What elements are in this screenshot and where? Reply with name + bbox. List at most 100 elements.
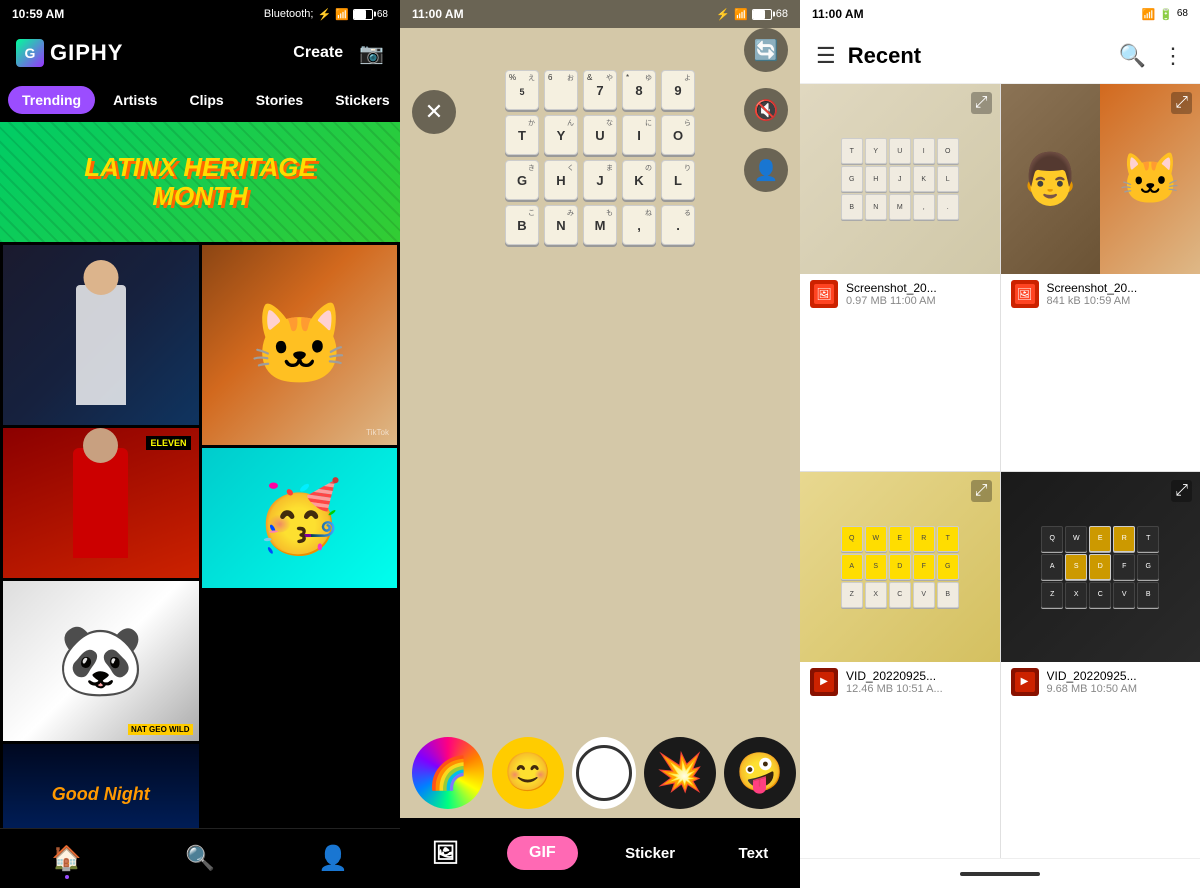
nav-tab-stories[interactable]: Stories xyxy=(242,86,317,114)
file-meta-1: 🖼 Screenshot_20... 0.97 MB 11:00 AM xyxy=(800,274,1000,314)
nav-tab-clips[interactable]: Clips xyxy=(175,86,237,114)
flip-icon: 🔄 xyxy=(754,38,779,63)
mini-key-grid-yellow: Q W E R T A S D F G Z X C V B xyxy=(841,526,959,608)
sticker-tab[interactable]: Sticker xyxy=(609,837,691,870)
gif-item-soccer[interactable]: ELEVEN xyxy=(3,428,199,578)
file-item-3[interactable]: Q W E R T A S D F G Z X C V B xyxy=(800,472,1000,859)
file-size-time-4: 9.68 MB 10:50 AM xyxy=(1047,683,1191,695)
expand-icon-2: ⤢ xyxy=(1171,92,1192,114)
nav-tab-trending[interactable]: Trending xyxy=(8,86,95,114)
shutter-button[interactable] xyxy=(572,737,636,809)
text-label: Text xyxy=(739,845,769,862)
battery-icon: 🔋 xyxy=(1159,8,1173,21)
nav-tab-artists[interactable]: Artists xyxy=(99,86,171,114)
camera-panel: 11:00 AM ⚡ 📶 68 % え 5 6 お xyxy=(400,0,800,888)
bottom-nav-home[interactable]: 🏠 xyxy=(52,844,82,873)
camera-icon[interactable]: 📷 xyxy=(359,41,384,66)
flip-camera-button[interactable]: 🔄 xyxy=(744,28,788,72)
key-Y: ん Y xyxy=(544,115,578,155)
battery-icon xyxy=(752,9,772,20)
video-icon-4: ▶ xyxy=(1021,676,1029,687)
camera-status-time: 11:00 AM xyxy=(412,7,464,21)
explosion-emoji: 💥 xyxy=(656,751,703,795)
face-icon: 👤 xyxy=(754,158,779,183)
gallery-tab[interactable]: 🖼 xyxy=(416,832,476,874)
gif-item-goodnight[interactable]: Good Night xyxy=(3,744,199,828)
camera-controls: 🔄 🔇 👤 xyxy=(744,28,788,192)
bottom-nav-profile[interactable]: 👤 xyxy=(318,844,348,873)
gif-item-panda[interactable]: 🐼 NAT GEO WILD xyxy=(3,581,199,741)
signal-icon: 📶 xyxy=(1141,8,1155,21)
key-H: く H xyxy=(544,160,578,200)
files-bottom xyxy=(800,858,1200,888)
expand-icon: ⤢ xyxy=(971,92,992,114)
text-tab[interactable]: Text xyxy=(723,837,785,870)
files-grid: T Y U I O G H J K L B N M , . xyxy=(800,84,1200,858)
file-thumb-person: 👨 xyxy=(1001,84,1101,274)
file-meta-3: ▶ VID_20220925... 12.46 MB 10:51 A... xyxy=(800,662,1000,702)
create-button[interactable]: Create xyxy=(293,44,343,62)
gif-item-person[interactable] xyxy=(3,245,199,425)
sticker-rainbow[interactable]: 🌈 xyxy=(412,737,484,809)
files-status-icons: 📶 🔋 68 xyxy=(1141,8,1188,21)
file-thumb-yellow-keyboard: Q W E R T A S D F G Z X C V B xyxy=(800,472,1000,662)
expand-icon-4: ⤢ xyxy=(1171,480,1192,502)
sticker-explosion[interactable]: 💥 xyxy=(644,737,716,809)
file-thumb-1: T Y U I O G H J K L B N M , . xyxy=(800,84,1000,274)
file-name-2: Screenshot_20... xyxy=(1047,281,1187,295)
file-item-1[interactable]: T Y U I O G H J K L B N M , . xyxy=(800,84,1000,471)
search-icon: 🔍 xyxy=(185,844,215,873)
key-period: る . xyxy=(661,205,695,245)
battery-icon xyxy=(353,9,373,20)
camera-close-button[interactable]: ✕ xyxy=(412,90,456,134)
file-size-time-1: 0.97 MB 11:00 AM xyxy=(846,295,990,307)
tiktok-watermark: TikTok xyxy=(366,428,389,437)
key-6: 6 お xyxy=(544,70,578,110)
rainbow-emoji: 🌈 xyxy=(428,754,468,792)
gif-tab[interactable]: GIF xyxy=(507,836,578,870)
mini-key-grid: T Y U I O G H J K L B N M , . xyxy=(841,138,959,220)
nav-tab-stickers[interactable]: Stickers xyxy=(321,86,400,114)
file-thumb-dark-keyboard: Q W E R T A S D F G Z X C V B xyxy=(1001,472,1200,662)
key-T: か T xyxy=(505,115,539,155)
sticker-crazy[interactable]: 🤪 xyxy=(724,737,796,809)
files-status-bar: 11:00 AM 📶 🔋 68 xyxy=(800,0,1200,28)
file-info-3: VID_20220925... 12.46 MB 10:51 A... xyxy=(846,669,990,695)
giphy-status-time: 10:59 AM xyxy=(12,7,64,21)
file-info-2: Screenshot_20... 841 kB 10:59 AM xyxy=(1047,281,1191,307)
giphy-header-right: Create 📷 xyxy=(293,41,384,66)
search-icon[interactable]: 🔍 xyxy=(1119,43,1146,69)
camera-status-icons: ⚡ 📶 68 xyxy=(716,8,788,21)
giphy-status-icons: Bluetooth; ⚡ 📶 68 xyxy=(264,8,388,21)
files-header-right: 🔍 ⋮ xyxy=(1119,43,1184,69)
gif-item-sticker[interactable]: 🥳 xyxy=(202,448,398,588)
key-J: ま J xyxy=(583,160,617,200)
face-filter-button[interactable]: 👤 xyxy=(744,148,788,192)
bluetooth-icon: Bluetooth; xyxy=(264,8,314,20)
file-name-1: Screenshot_20... xyxy=(846,281,986,295)
signal-icon: 📶 xyxy=(734,8,748,21)
file-name-3: VID_20220925... xyxy=(846,669,986,683)
camera-status-bar: 11:00 AM ⚡ 📶 68 xyxy=(400,0,800,28)
key-N: み N xyxy=(544,205,578,245)
bottom-nav-search[interactable]: 🔍 xyxy=(185,844,215,873)
file-name-4: VID_20220925... xyxy=(1047,669,1187,683)
gif-item-cat[interactable]: 🐱 TikTok xyxy=(202,245,398,445)
menu-icon[interactable]: ☰ xyxy=(816,43,836,69)
gif-col-left: ELEVEN 🐼 NAT GEO WILD Good Night xyxy=(3,245,199,828)
giphy-bottom-nav: 🏠 🔍 👤 xyxy=(0,828,400,888)
smiley-emoji: 😊 xyxy=(504,751,551,795)
crazy-emoji: 🤪 xyxy=(736,751,783,795)
files-header: ☰ Recent 🔍 ⋮ xyxy=(800,28,1200,84)
more-options-icon[interactable]: ⋮ xyxy=(1162,43,1184,69)
file-meta-2: 🖼 Screenshot_20... 841 kB 10:59 AM xyxy=(1001,274,1200,314)
bottom-bar-indicator xyxy=(960,872,1040,876)
mute-button[interactable]: 🔇 xyxy=(744,88,788,132)
file-item-4[interactable]: Q W E R T A S D F G Z X C V B xyxy=(1001,472,1200,859)
sticker-smiley[interactable]: 😊 xyxy=(492,737,564,809)
sticker-label: Sticker xyxy=(625,845,675,862)
file-thumb-split: 👨 🐱 xyxy=(1001,84,1200,274)
key-B: こ B xyxy=(505,205,539,245)
file-item-2[interactable]: 👨 🐱 ⤢ 🖼 Screenshot_20... 841 kB 10:59 A xyxy=(1001,84,1200,471)
key-I: に I xyxy=(622,115,656,155)
